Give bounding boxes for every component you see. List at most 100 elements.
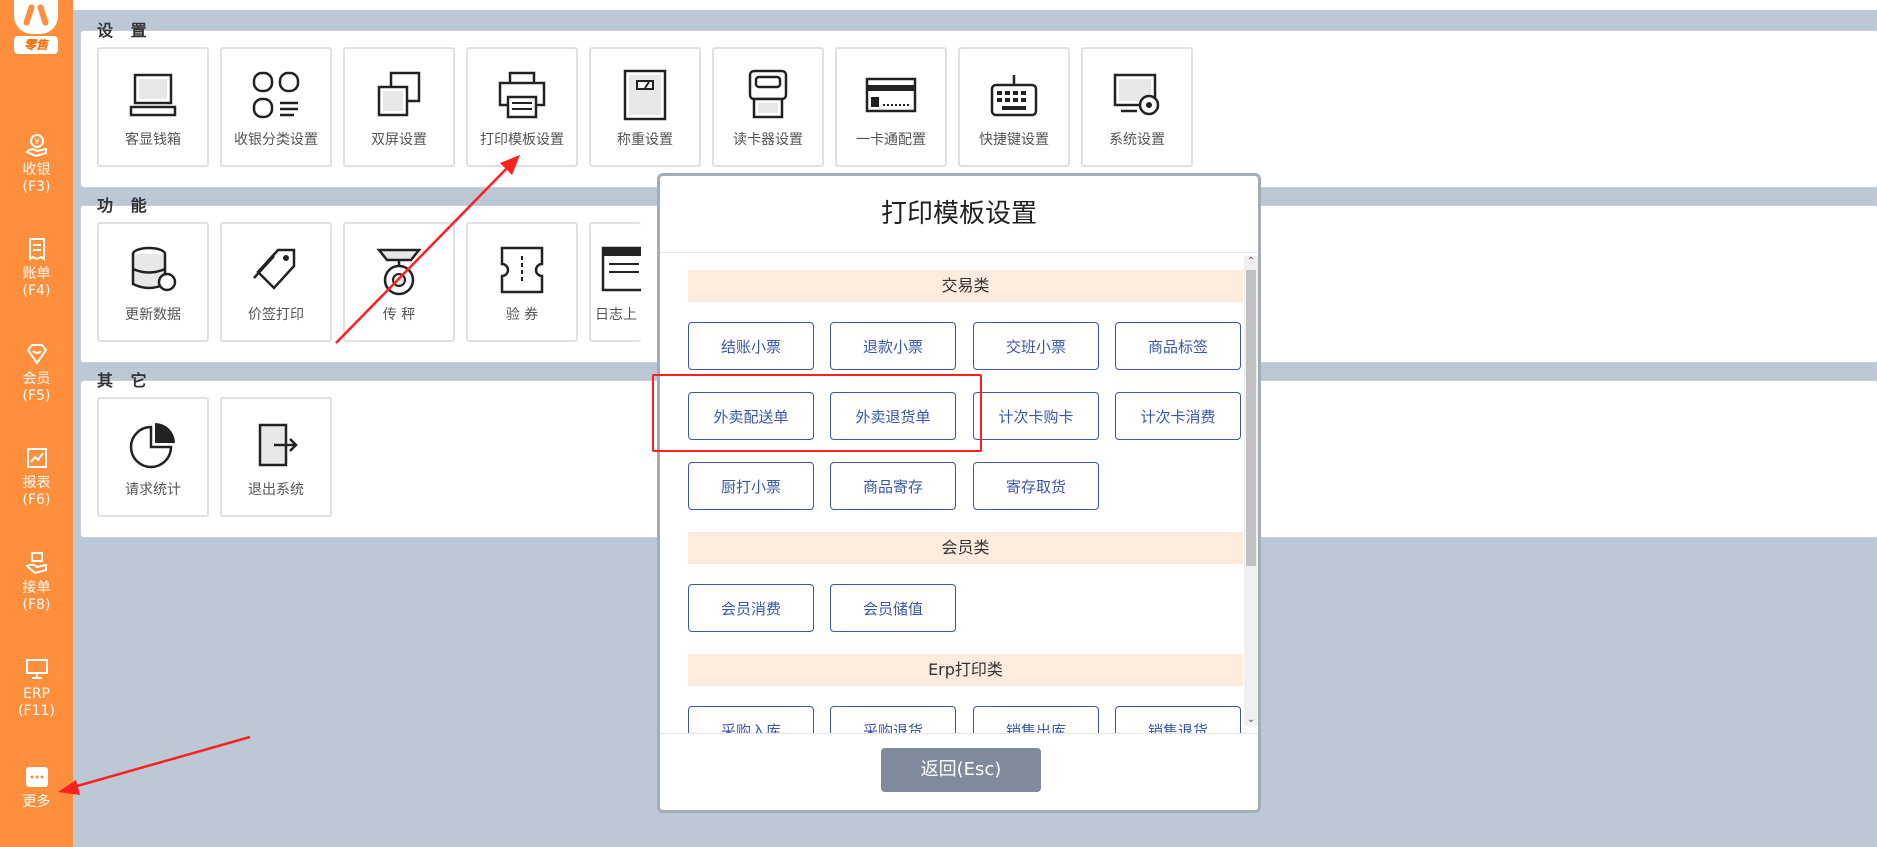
sidebar-item-label: 更多 xyxy=(22,794,51,810)
printer-icon xyxy=(494,67,550,123)
tile-print-template[interactable]: 打印模板设置 xyxy=(466,47,578,167)
scroll-up-icon[interactable]: ⌃ xyxy=(1245,256,1257,268)
tile-label: 请求统计 xyxy=(125,482,181,498)
tile-dual-screen[interactable]: 双屏设置 xyxy=(343,47,455,167)
report-icon xyxy=(24,445,50,471)
template-button[interactable]: 采购退货 xyxy=(830,706,956,734)
sidebar-item-label: 报表 xyxy=(22,475,51,491)
tile-label: 验 券 xyxy=(505,307,539,323)
back-button[interactable]: 返回(Esc) xyxy=(881,748,1041,792)
template-button[interactable]: 会员储值 xyxy=(830,584,956,632)
tile-label: 系统设置 xyxy=(1109,132,1165,148)
template-button[interactable]: 商品标签 xyxy=(1115,322,1241,370)
scroll-down-icon[interactable]: ⌄ xyxy=(1245,714,1257,726)
exit-icon xyxy=(248,417,304,473)
dialog-body: 交易类 结账小票 退款小票 交班小票 商品标签 外卖配送单 外卖退货单 计次卡购… xyxy=(660,256,1244,734)
tile-weighing[interactable]: 称重设置 xyxy=(589,47,701,167)
sidebar-item-reports[interactable]: 报表 (F6) xyxy=(0,445,73,509)
tile-label: 快捷键设置 xyxy=(979,132,1049,148)
dual-screen-icon xyxy=(371,67,427,123)
print-template-dialog: 打印模板设置 交易类 结账小票 退款小票 交班小票 商品标签 外卖配送单 外卖退… xyxy=(657,173,1261,813)
monitor-icon xyxy=(24,656,50,682)
highlight-box xyxy=(652,374,982,452)
template-button[interactable]: 计次卡购卡 xyxy=(973,392,1099,440)
tile-log-upload[interactable]: 日志上 xyxy=(589,222,641,342)
tile-category-settings[interactable]: 收银分类设置 xyxy=(220,47,332,167)
template-button[interactable]: 采购入库 xyxy=(688,706,814,734)
more-icon xyxy=(24,764,50,790)
tile-transfer-scale[interactable]: 传 秤 xyxy=(343,222,455,342)
card-reader-icon xyxy=(740,67,796,123)
tile-exit-system[interactable]: 退出系统 xyxy=(220,397,332,517)
template-button[interactable]: 销售退货 xyxy=(1115,706,1241,734)
group-header-trade: 交易类 xyxy=(688,270,1243,302)
tile-verify-coupon[interactable]: 验 券 xyxy=(466,222,578,342)
scale-icon xyxy=(617,67,673,123)
template-button[interactable]: 厨打小票 xyxy=(688,462,814,510)
pie-chart-icon xyxy=(125,417,181,473)
sidebar-item-key: (F3) xyxy=(22,179,51,195)
sidebar-item-members[interactable]: 会员 (F5) xyxy=(0,341,73,405)
tile-update-data[interactable]: 更新数据 xyxy=(97,222,209,342)
scroll-thumb[interactable] xyxy=(1246,270,1256,566)
sidebar-item-orders[interactable]: 接单 (F8) xyxy=(0,550,73,614)
diamond-icon xyxy=(24,341,50,367)
tile-request-stats[interactable]: 请求统计 xyxy=(97,397,209,517)
logo-text: 零售 xyxy=(14,36,58,54)
sidebar-item-label: 收银 xyxy=(22,162,51,178)
log-icon xyxy=(599,242,641,298)
system-gear-icon xyxy=(1109,67,1165,123)
sidebar-item-bills[interactable]: 账单 (F4) xyxy=(0,236,73,300)
tile-system-settings[interactable]: 系统设置 xyxy=(1081,47,1193,167)
template-button[interactable]: 会员消费 xyxy=(688,584,814,632)
dialog-scrollbar[interactable]: ⌃ ⌄ xyxy=(1244,256,1258,726)
kitchen-scale-icon xyxy=(371,242,427,298)
tile-label: 退出系统 xyxy=(248,482,304,498)
template-button[interactable]: 商品寄存 xyxy=(830,462,956,510)
arrow-to-more xyxy=(69,735,251,790)
tile-label: 读卡器设置 xyxy=(733,132,803,148)
sidebar-item-checkout[interactable]: ¥ 收银 (F3) xyxy=(0,132,73,196)
app-logo: 零售 xyxy=(14,0,58,56)
sidebar: 零售 ¥ 收银 (F3) 账单 (F4) 会员 (F5) 报表 (F6) 接单 … xyxy=(0,0,73,847)
sidebar-item-key: (F8) xyxy=(22,597,51,613)
database-refresh-icon xyxy=(125,242,181,298)
sidebar-item-more[interactable]: 更多 xyxy=(0,764,73,811)
section-title: 功 能 xyxy=(97,196,153,215)
tile-label: 双屏设置 xyxy=(371,132,427,148)
top-strip xyxy=(73,0,1877,10)
sidebar-item-key: (F11) xyxy=(18,703,55,719)
sidebar-item-erp[interactable]: ERP (F11) xyxy=(0,656,73,720)
bill-icon xyxy=(24,236,50,262)
group-header-erp: Erp打印类 xyxy=(688,654,1243,686)
tile-price-tag-print[interactable]: 价签打印 xyxy=(220,222,332,342)
template-button[interactable]: 销售出库 xyxy=(973,706,1099,734)
tile-label: 日志上 xyxy=(595,307,637,323)
settings-panel: 设 置 客显钱箱 收银分类设置 双屏设置 打印模板设置 称重设置 读卡器设置 一… xyxy=(80,21,1877,188)
hand-order-icon xyxy=(24,550,50,576)
tile-label: 传 秤 xyxy=(382,307,416,323)
sidebar-item-label: 接单 xyxy=(22,580,51,596)
template-button[interactable]: 寄存取货 xyxy=(973,462,1099,510)
tile-label: 打印模板设置 xyxy=(480,132,564,148)
coupon-icon xyxy=(494,242,550,298)
tile-display-drawer[interactable]: 客显钱箱 xyxy=(97,47,209,167)
svg-text:¥: ¥ xyxy=(34,137,39,146)
sidebar-item-key: (F6) xyxy=(22,492,51,508)
sidebar-item-label: ERP xyxy=(22,686,50,702)
section-title: 设 置 xyxy=(97,21,153,40)
sidebar-item-label: 会员 xyxy=(22,371,51,387)
template-button[interactable]: 结账小票 xyxy=(688,322,814,370)
template-button[interactable]: 交班小票 xyxy=(973,322,1099,370)
tile-card-reader[interactable]: 读卡器设置 xyxy=(712,47,824,167)
sidebar-item-label: 账单 xyxy=(22,266,51,282)
template-button[interactable]: 计次卡消费 xyxy=(1115,392,1241,440)
tile-one-card[interactable]: 一卡通配置 xyxy=(835,47,947,167)
section-title: 其 它 xyxy=(97,371,153,390)
dialog-footer: 返回(Esc) xyxy=(660,733,1258,810)
tile-label: 更新数据 xyxy=(125,307,181,323)
tile-label: 价签打印 xyxy=(248,307,304,323)
tile-shortcut-keys[interactable]: 快捷键设置 xyxy=(958,47,1070,167)
template-button[interactable]: 退款小票 xyxy=(830,322,956,370)
sidebar-item-key: (F4) xyxy=(22,283,51,299)
